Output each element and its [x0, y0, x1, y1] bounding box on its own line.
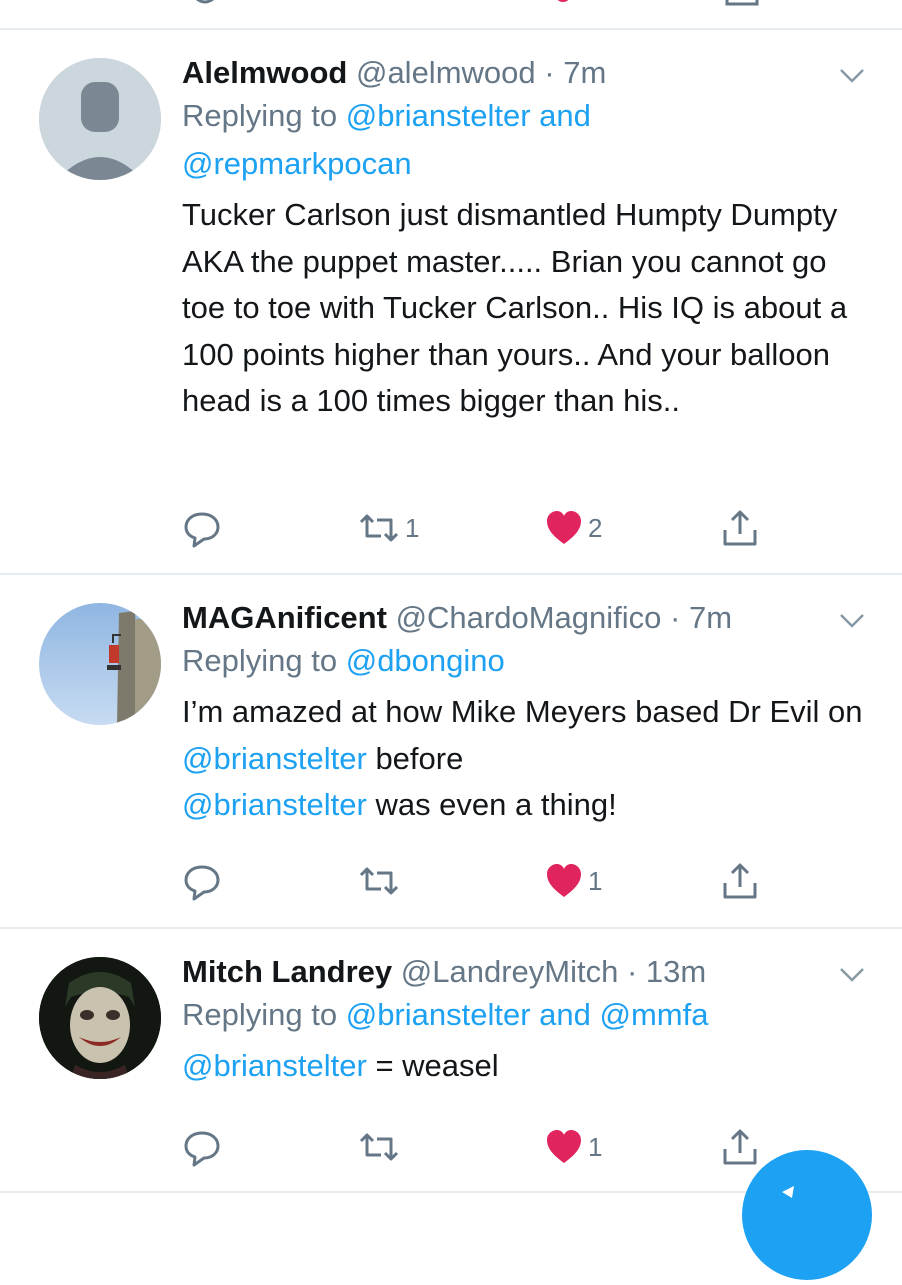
- retweet-count: 1: [405, 512, 420, 543]
- compose-icon: [782, 1186, 794, 1198]
- mention-link[interactable]: @mmfa: [600, 997, 709, 1032]
- timestamp[interactable]: 7m: [563, 55, 606, 90]
- like-button[interactable]: 1: [544, 1127, 602, 1167]
- tweet-header: Alelmwood @alelmwood · 7m: [182, 54, 872, 92]
- mention-link[interactable]: @repmarkpocan: [182, 146, 412, 181]
- reply-icon: [184, 1131, 220, 1167]
- tweet[interactable]: Alelmwood @alelmwood · 7m Replying to @b…: [0, 30, 902, 573]
- like-count: 2: [588, 512, 603, 543]
- text-segment: before: [366, 740, 464, 776]
- replying-to: Replying to @brianstelter and @mmfa: [182, 991, 872, 1039]
- display-name[interactable]: Mitch Landrey: [182, 954, 392, 989]
- mention-link[interactable]: @brianstelter: [346, 98, 531, 133]
- retweet-icon: [359, 867, 399, 895]
- timestamp[interactable]: 7m: [689, 600, 732, 635]
- sky-building-photo: [39, 603, 161, 725]
- mention-link[interactable]: @brianstelter: [182, 741, 367, 776]
- mention-link[interactable]: @brianstelter: [346, 997, 531, 1032]
- share-icon: [723, 510, 757, 546]
- like-button[interactable]: 1: [544, 861, 602, 901]
- separator-dot: ·: [661, 600, 689, 635]
- heart-icon: [547, 511, 581, 544]
- text-segment: = weasel: [366, 1048, 499, 1083]
- user-handle[interactable]: @alelmwood: [356, 55, 536, 90]
- previous-tweet-actions-fragment: [0, 0, 902, 28]
- heart-icon: [547, 864, 581, 897]
- tweet-text: I’m amazed at how Mike Meyers based Dr E…: [182, 689, 872, 829]
- retweet-button[interactable]: 1: [357, 508, 419, 548]
- like-icon-fragment: [557, 0, 569, 2]
- user-handle[interactable]: @ChardoMagnifico: [396, 600, 662, 635]
- mention-link[interactable]: @brianstelter: [182, 787, 367, 822]
- replying-label: Replying to: [182, 997, 346, 1032]
- display-name[interactable]: MAGAnificent: [182, 600, 387, 635]
- reply-icon: [184, 512, 220, 548]
- reply-conjunction[interactable]: and: [531, 997, 600, 1032]
- reply-icon-fragment: [196, 0, 214, 4]
- reply-icon: [184, 865, 220, 901]
- reply-button[interactable]: [182, 1127, 222, 1167]
- avatar[interactable]: [39, 603, 161, 725]
- tweet-text: @brianstelter = weasel: [182, 1043, 872, 1090]
- timestamp[interactable]: 13m: [646, 954, 706, 989]
- like-count: 1: [588, 865, 603, 896]
- heart-icon: [547, 1130, 581, 1163]
- tweet-header: MAGAnificent @ChardoMagnifico · 7m: [182, 599, 872, 637]
- default-person-icon: [39, 58, 161, 180]
- reply-button[interactable]: [182, 861, 222, 901]
- retweet-button[interactable]: [357, 861, 405, 901]
- reply-button[interactable]: [182, 508, 222, 548]
- share-button[interactable]: [720, 508, 760, 548]
- joker-face-photo: [39, 957, 161, 1079]
- text-segment: I’m amazed at how Mike Meyers based Dr E…: [182, 694, 863, 729]
- avatar[interactable]: [39, 957, 161, 1079]
- chevron-down-icon[interactable]: [838, 611, 866, 631]
- share-icon-fragment: [725, 0, 759, 6]
- retweet-icon: [359, 1133, 399, 1161]
- retweet-icon: [359, 514, 399, 542]
- replying-to: Replying to @dbongino: [182, 637, 872, 685]
- replying-label: Replying to: [182, 643, 346, 678]
- retweet-button[interactable]: [357, 1127, 405, 1167]
- compose-tweet-button[interactable]: [742, 1150, 872, 1280]
- text-segment: was even a thing!: [366, 787, 617, 822]
- replying-label: Replying to: [182, 98, 346, 133]
- action-bar: 1 2: [182, 508, 782, 552]
- action-bar: 1: [182, 861, 782, 905]
- separator-dot: ·: [535, 55, 564, 90]
- tweet-text: Tucker Carlson just dismantled Humpty Du…: [182, 197, 848, 418]
- avatar[interactable]: [39, 58, 161, 180]
- mention-link[interactable]: @dbongino: [346, 643, 505, 678]
- tweet-header: Mitch Landrey @LandreyMitch · 13m: [182, 953, 872, 991]
- like-button[interactable]: 2: [544, 508, 602, 548]
- user-handle[interactable]: @LandreyMitch: [401, 954, 619, 989]
- chevron-down-icon[interactable]: [838, 66, 866, 86]
- separator-dot: ·: [618, 954, 646, 989]
- reply-conjunction[interactable]: and: [531, 98, 591, 133]
- share-icon: [723, 863, 757, 899]
- chevron-down-icon[interactable]: [838, 965, 866, 985]
- display-name[interactable]: Alelmwood: [182, 55, 347, 90]
- tweet[interactable]: MAGAnificent @ChardoMagnifico · 7m Reply…: [0, 575, 902, 927]
- mention-link[interactable]: @brianstelter: [182, 1048, 367, 1083]
- action-bar: 1: [182, 1127, 782, 1171]
- like-count: 1: [588, 1131, 603, 1162]
- replying-to: Replying to @brianstelter and @repmarkpo…: [182, 92, 872, 188]
- share-button[interactable]: [720, 861, 760, 901]
